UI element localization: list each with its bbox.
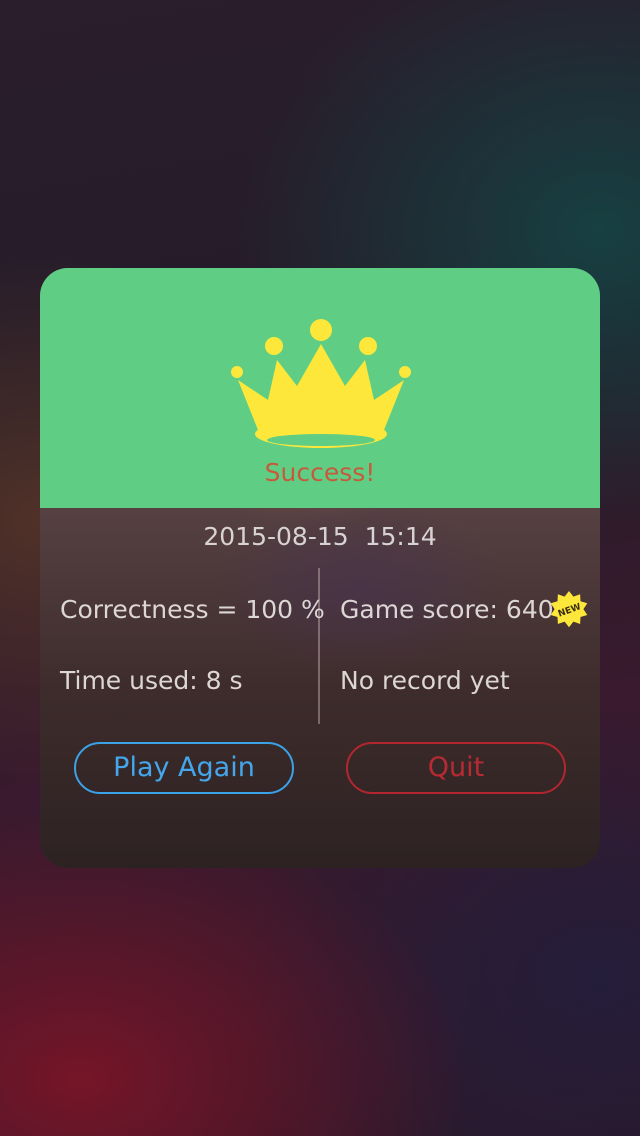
result-header: Success! — [40, 268, 600, 508]
game-score-stat: Game score: 640 — [340, 595, 554, 624]
crown-icon — [231, 319, 411, 448]
correctness-stat: Correctness = 100 % — [60, 595, 325, 624]
success-title: Success! — [264, 458, 376, 487]
new-badge-icon: NEW — [550, 591, 588, 628]
play-again-button[interactable]: Play Again — [74, 742, 294, 794]
stats-divider — [318, 568, 320, 724]
session-time: 15:14 — [364, 522, 437, 551]
session-date: 2015-08-15 — [203, 522, 349, 551]
record-stat: No record yet — [340, 666, 510, 695]
session-datetime: 2015-08-15 15:14 — [40, 522, 600, 551]
result-card: Success! 2015-08-15 15:14 Correctness = … — [40, 268, 600, 868]
time-used-stat: Time used: 8 s — [60, 666, 243, 695]
quit-button[interactable]: Quit — [346, 742, 566, 794]
